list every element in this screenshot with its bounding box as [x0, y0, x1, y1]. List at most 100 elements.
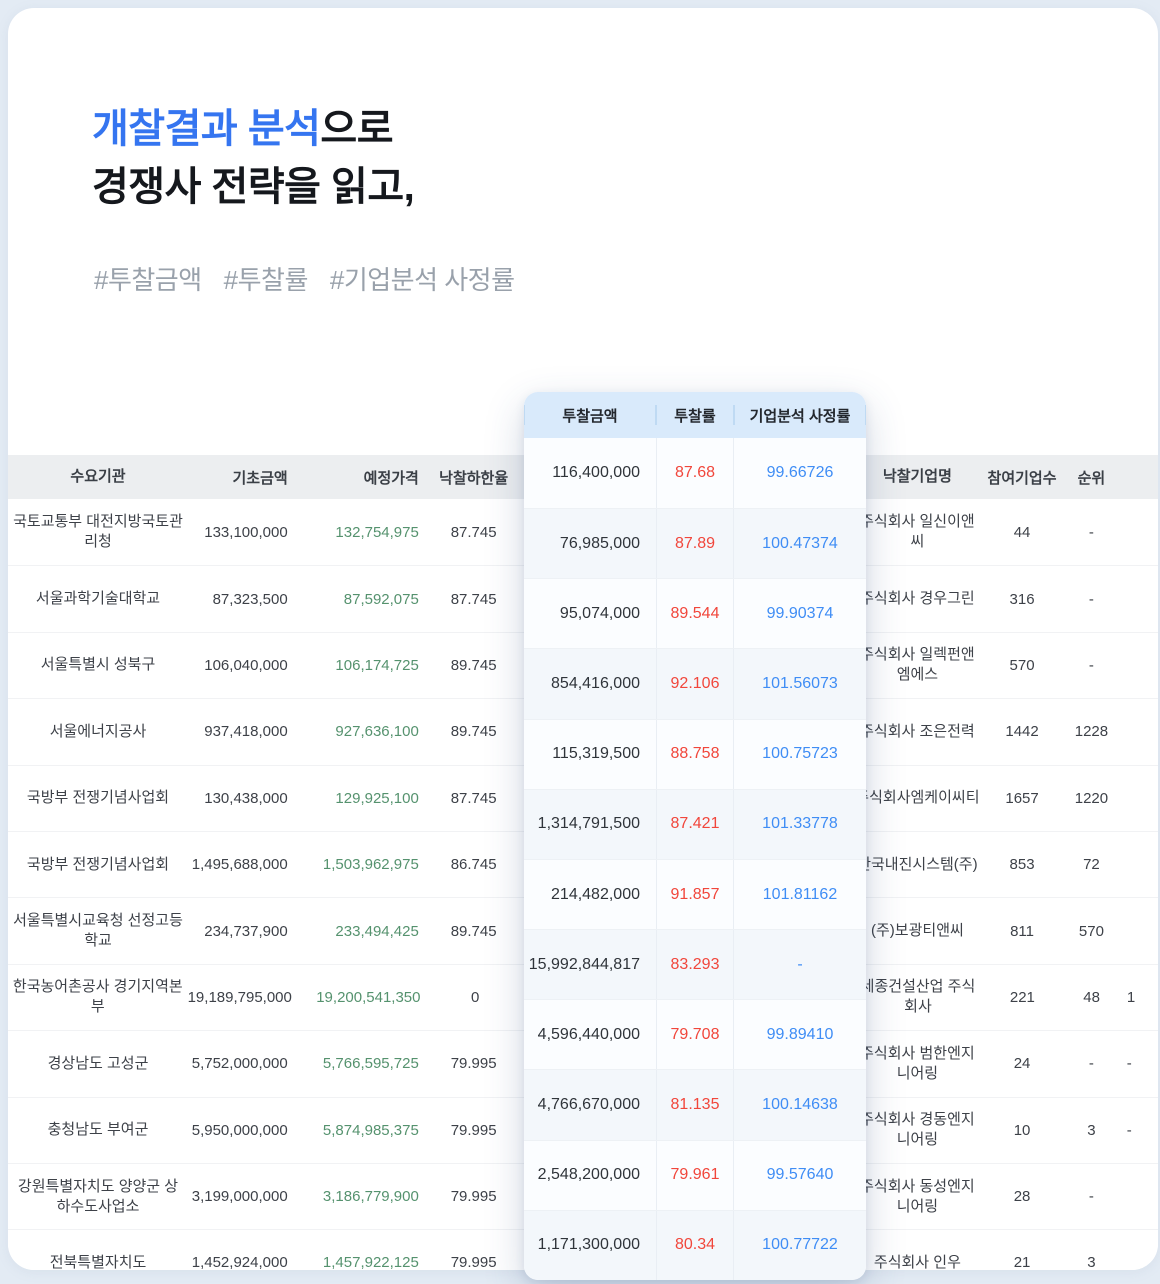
cell-expected-price: 87,592,075 [298, 591, 423, 608]
cell-winner-name: 주식회사 인우 [851, 1253, 984, 1270]
cell-rank: 570 [1060, 923, 1123, 940]
header-demand-org: 수요기관 [8, 467, 188, 487]
cell-expected-price: 233,494,425 [298, 923, 423, 940]
title-line-2: 경쟁사 전략을 읽고, [92, 158, 414, 216]
cell-winner-name: 주식회사 경동엔지니어링 [851, 1110, 984, 1150]
cell-expected-price: 5,874,985,375 [298, 1122, 423, 1139]
cell-winner-name: 주식회사엠케이씨티 [851, 788, 984, 808]
cell-bid-rate: 83.293 [656, 930, 734, 999]
cell-winner-name: 주식회사 일신이앤씨 [851, 512, 984, 552]
cell-clipped: - [1123, 1055, 1158, 1072]
header-winner-name: 낙찰기업명 [851, 467, 984, 487]
cell-rank: - [1060, 591, 1123, 608]
cell-winner-name: 세종건설산업 주식회사 [852, 977, 985, 1017]
cell-participants: 24 [984, 1055, 1060, 1072]
overlay-row: 854,416,000 92.106 101.56073 [524, 648, 866, 718]
cell-bid-amount: 854,416,000 [524, 675, 656, 693]
cell-bid-rate: 91.857 [656, 860, 734, 929]
cell-base-amount: 5,752,000,000 [188, 1055, 298, 1072]
cell-participants: 21 [984, 1254, 1060, 1270]
cell-base-amount: 19,189,795,000 [188, 989, 300, 1006]
cell-assess-rate: 99.66726 [734, 464, 866, 482]
cell-assess-rate: 100.47374 [734, 535, 866, 553]
cell-participants: 221 [984, 989, 1060, 1006]
cell-bid-rate: 79.708 [656, 1000, 734, 1069]
cell-expected-price: 129,925,100 [298, 790, 423, 807]
cell-rank: 3 [1060, 1122, 1123, 1139]
cell-assess-rate: 99.57640 [734, 1166, 866, 1184]
cell-base-amount: 87,323,500 [188, 591, 298, 608]
cell-expected-price: 106,174,725 [298, 657, 423, 674]
cell-rank: - [1060, 524, 1123, 541]
header-assess-rate: 기업분석 사정률 [734, 392, 866, 438]
cell-floor-rate: 89.745 [423, 923, 525, 940]
overlay-row: 116,400,000 87.68 99.66726 [524, 438, 866, 508]
cell-bid-amount: 4,596,440,000 [524, 1026, 656, 1044]
cell-base-amount: 1,495,688,000 [188, 856, 298, 873]
header-bid-rate: 투찰률 [656, 392, 734, 438]
cell-bid-amount: 4,766,670,000 [524, 1096, 656, 1114]
cell-bid-rate: 89.544 [656, 579, 734, 648]
cell-participants: 1657 [984, 790, 1060, 807]
overlay-row: 1,314,791,500 87.421 101.33778 [524, 789, 866, 859]
cell-floor-rate: 86.745 [423, 856, 525, 873]
cell-bid-amount: 2,548,200,000 [524, 1166, 656, 1184]
header-floor-rate: 낙찰하한율 [423, 467, 525, 488]
cell-expected-price: 19,200,541,350 [300, 989, 425, 1006]
header-rank: 순위 [1060, 467, 1123, 488]
cell-floor-rate: 0 [425, 989, 526, 1006]
cell-rank: 3 [1060, 1254, 1123, 1270]
cell-floor-rate: 79.995 [423, 1122, 525, 1139]
cell-rank: - [1060, 657, 1123, 674]
overlay-row: 2,548,200,000 79.961 99.57640 [524, 1140, 866, 1210]
cell-participants: 1442 [984, 723, 1060, 740]
overlay-row: 1,171,300,000 80.34 100.77722 [524, 1210, 866, 1280]
title-highlight: 개찰결과 분석 [92, 107, 320, 151]
cell-winner-name: (주)보광티앤씨 [851, 921, 984, 941]
cell-expected-price: 5,766,595,725 [298, 1055, 423, 1072]
overlay-row: 115,319,500 88.758 100.75723 [524, 719, 866, 789]
hashtag: #투찰률 [224, 260, 308, 297]
cell-bid-rate: 80.34 [656, 1211, 734, 1280]
cell-expected-price: 132,754,975 [298, 524, 423, 541]
page-background: { "hero": { "title_highlight": "개찰결과 분석"… [0, 0, 1160, 1284]
cell-assess-rate: 100.14638 [734, 1096, 866, 1114]
cell-expected-price: 1,503,962,975 [298, 856, 423, 873]
cell-demand-org: 충청남도 부여군 [8, 1120, 188, 1140]
cell-floor-rate: 87.745 [423, 524, 525, 541]
cell-demand-org: 강원특별자치도 양양군 상하수도사업소 [8, 1177, 188, 1217]
cell-floor-rate: 89.745 [423, 657, 525, 674]
cell-bid-rate: 92.106 [656, 649, 734, 718]
cell-base-amount: 5,950,000,000 [188, 1122, 298, 1139]
cell-bid-rate: 79.961 [656, 1141, 734, 1210]
cell-demand-org: 국방부 전쟁기념사업회 [8, 788, 188, 808]
cell-bid-amount: 214,482,000 [524, 886, 656, 904]
cell-bid-rate: 87.89 [656, 509, 734, 578]
cell-assess-rate: - [734, 956, 866, 974]
cell-expected-price: 927,636,100 [298, 723, 423, 740]
cell-base-amount: 1,452,924,000 [188, 1254, 298, 1270]
cell-base-amount: 3,199,000,000 [188, 1188, 298, 1205]
overlay-row: 15,992,844,817 83.293 - [524, 929, 866, 999]
cell-base-amount: 234,737,900 [188, 923, 298, 940]
overlay-row: 95,074,000 89.544 99.90374 [524, 578, 866, 648]
cell-base-amount: 130,438,000 [188, 790, 298, 807]
overlay-row: 4,766,670,000 81.135 100.14638 [524, 1069, 866, 1139]
header-participants: 참여기업수 [984, 467, 1060, 488]
cell-participants: 853 [984, 856, 1060, 873]
cell-bid-amount: 95,074,000 [524, 605, 656, 623]
cell-rank: - [1060, 1055, 1123, 1072]
cell-clipped: - [1123, 1122, 1158, 1139]
header-base-amount: 기초금액 [188, 467, 298, 488]
header-bid-amount: 투찰금액 [524, 392, 656, 438]
cell-floor-rate: 79.995 [423, 1188, 525, 1205]
cell-expected-price: 1,457,922,125 [298, 1254, 423, 1270]
cell-base-amount: 133,100,000 [188, 524, 298, 541]
cell-bid-amount: 15,992,844,817 [524, 956, 656, 974]
cell-bid-amount: 1,171,300,000 [524, 1236, 656, 1254]
title-line-1: 개찰결과 분석으로 [92, 100, 414, 158]
cell-demand-org: 서울특별시 성북구 [8, 655, 188, 675]
cell-rank: 1220 [1060, 790, 1123, 807]
cell-rank: 1228 [1060, 723, 1123, 740]
overlay-header-row: 투찰금액 투찰률 기업분석 사정률 [524, 392, 866, 438]
